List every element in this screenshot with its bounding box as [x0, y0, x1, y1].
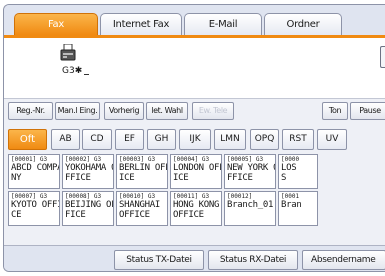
- sender-name-button[interactable]: Absendername: [302, 250, 385, 270]
- destination-key[interactable]: [00012] Branch_01: [224, 191, 276, 226]
- destination-key[interactable]: [00003] G3 BERLIN OFF ICE: [116, 154, 168, 189]
- destination-name: HONG KONG OFFICE: [173, 200, 220, 220]
- status-rx-file-button[interactable]: Status RX-Datei: [208, 250, 298, 270]
- destination-key[interactable]: [00001] G3 ABCD COMPA NY: [8, 154, 60, 189]
- destination-display: G3✱: [4, 38, 385, 99]
- destination-key[interactable]: [00008] G3 BEIJING OF FICE: [62, 191, 114, 226]
- destination-code: [00008] G3: [65, 193, 102, 200]
- destination-key[interactable]: [00010] G3 SHANGHAI OFFICE: [116, 191, 168, 226]
- destination-key[interactable]: [00005] G3 NEW YORK O FFICE: [224, 154, 276, 189]
- destination-code: [00003] G3: [119, 156, 156, 163]
- input-cursor: [84, 74, 89, 75]
- index-tab-lmn[interactable]: LMN: [214, 129, 246, 150]
- index-tab-oft[interactable]: Oft: [8, 129, 47, 150]
- index-tab-opq[interactable]: OPQ: [250, 129, 279, 150]
- index-tab-uv[interactable]: UV: [317, 129, 347, 150]
- tab-email[interactable]: E-Mail: [184, 13, 262, 35]
- destination-code: [0001: [281, 193, 300, 200]
- last-dial-button[interactable]: let. Wahl: [146, 102, 188, 120]
- index-tab-gh[interactable]: GH: [147, 129, 176, 150]
- mode-tab-bar: Fax Internet Fax E-Mail Ordner: [4, 5, 385, 38]
- status-tx-file-button[interactable]: Status TX-Datei: [114, 250, 204, 270]
- bottom-bar: Status TX-Datei Status RX-Datei Absender…: [4, 245, 385, 271]
- index-tab-cd[interactable]: CD: [82, 129, 112, 150]
- destination-type-label: G3✱: [62, 66, 83, 76]
- destination-code: [0000: [281, 156, 300, 163]
- destination-key[interactable]: [00011] G3 HONG KONG OFFICE: [170, 191, 222, 226]
- tab-ordner[interactable]: Ordner: [264, 13, 342, 35]
- destination-name: NEW YORK O FFICE: [227, 163, 275, 183]
- fax-panel: Fax Internet Fax E-Mail Ordner G3✱ Reg.-…: [3, 4, 385, 272]
- tone-button[interactable]: Ton: [322, 102, 348, 120]
- destination-name: Bran: [281, 200, 302, 210]
- destination-code: [00012]: [227, 193, 253, 200]
- destination-name: LOS S: [281, 163, 297, 183]
- destination-key[interactable]: [0000 LOS S: [278, 154, 318, 189]
- scroll-handle[interactable]: [380, 46, 385, 68]
- destination-name: SHANGHAI OFFICE: [119, 200, 160, 220]
- destination-name: LONDON OFF ICE: [173, 163, 221, 183]
- index-tab-ab[interactable]: AB: [51, 129, 80, 150]
- destination-name: YOKOHAMA O FFICE: [65, 163, 113, 183]
- destination-code: [00007] G3: [11, 193, 48, 200]
- disabled-button: Ew. Tele: [192, 102, 234, 120]
- destination-code: [00001] G3: [11, 156, 48, 163]
- index-tab-ijk[interactable]: IJK: [179, 129, 211, 150]
- tab-internet-fax[interactable]: Internet Fax: [100, 13, 182, 35]
- reg-nr-button[interactable]: Reg.-Nr.: [8, 102, 53, 120]
- destination-key[interactable]: [00004] G3 LONDON OFF ICE: [170, 154, 222, 189]
- destination-name: ABCD COMPA NY: [11, 163, 60, 183]
- pause-button[interactable]: Pause: [350, 102, 385, 120]
- destination-code: [00004] G3: [173, 156, 210, 163]
- destination-code: [00010] G3: [119, 193, 156, 200]
- destination-name: BEIJING OF FICE: [65, 200, 113, 220]
- destination-code: [00011] G3: [173, 193, 210, 200]
- index-tab-rst[interactable]: RST: [282, 129, 314, 150]
- index-tab-ef[interactable]: EF: [115, 129, 144, 150]
- destination-name: Branch_01: [227, 200, 274, 210]
- destination-name: KYOTO OFFI CE: [11, 200, 59, 220]
- destination-key[interactable]: [00002] G3 YOKOHAMA O FFICE: [62, 154, 114, 189]
- destination-key[interactable]: [0001 Bran: [278, 191, 318, 226]
- destination-code: [00005] G3: [227, 156, 264, 163]
- destination-name: BERLIN OFF ICE: [119, 163, 167, 183]
- destination-code: [00002] G3: [65, 156, 102, 163]
- manual-entry-button[interactable]: Man.l Eing.: [55, 102, 100, 120]
- fax-machine-icon: [60, 44, 76, 61]
- previous-button[interactable]: Vorherig: [104, 102, 144, 120]
- destination-key[interactable]: [00007] G3 KYOTO OFFI CE: [8, 191, 60, 226]
- tab-fax[interactable]: Fax: [14, 13, 98, 35]
